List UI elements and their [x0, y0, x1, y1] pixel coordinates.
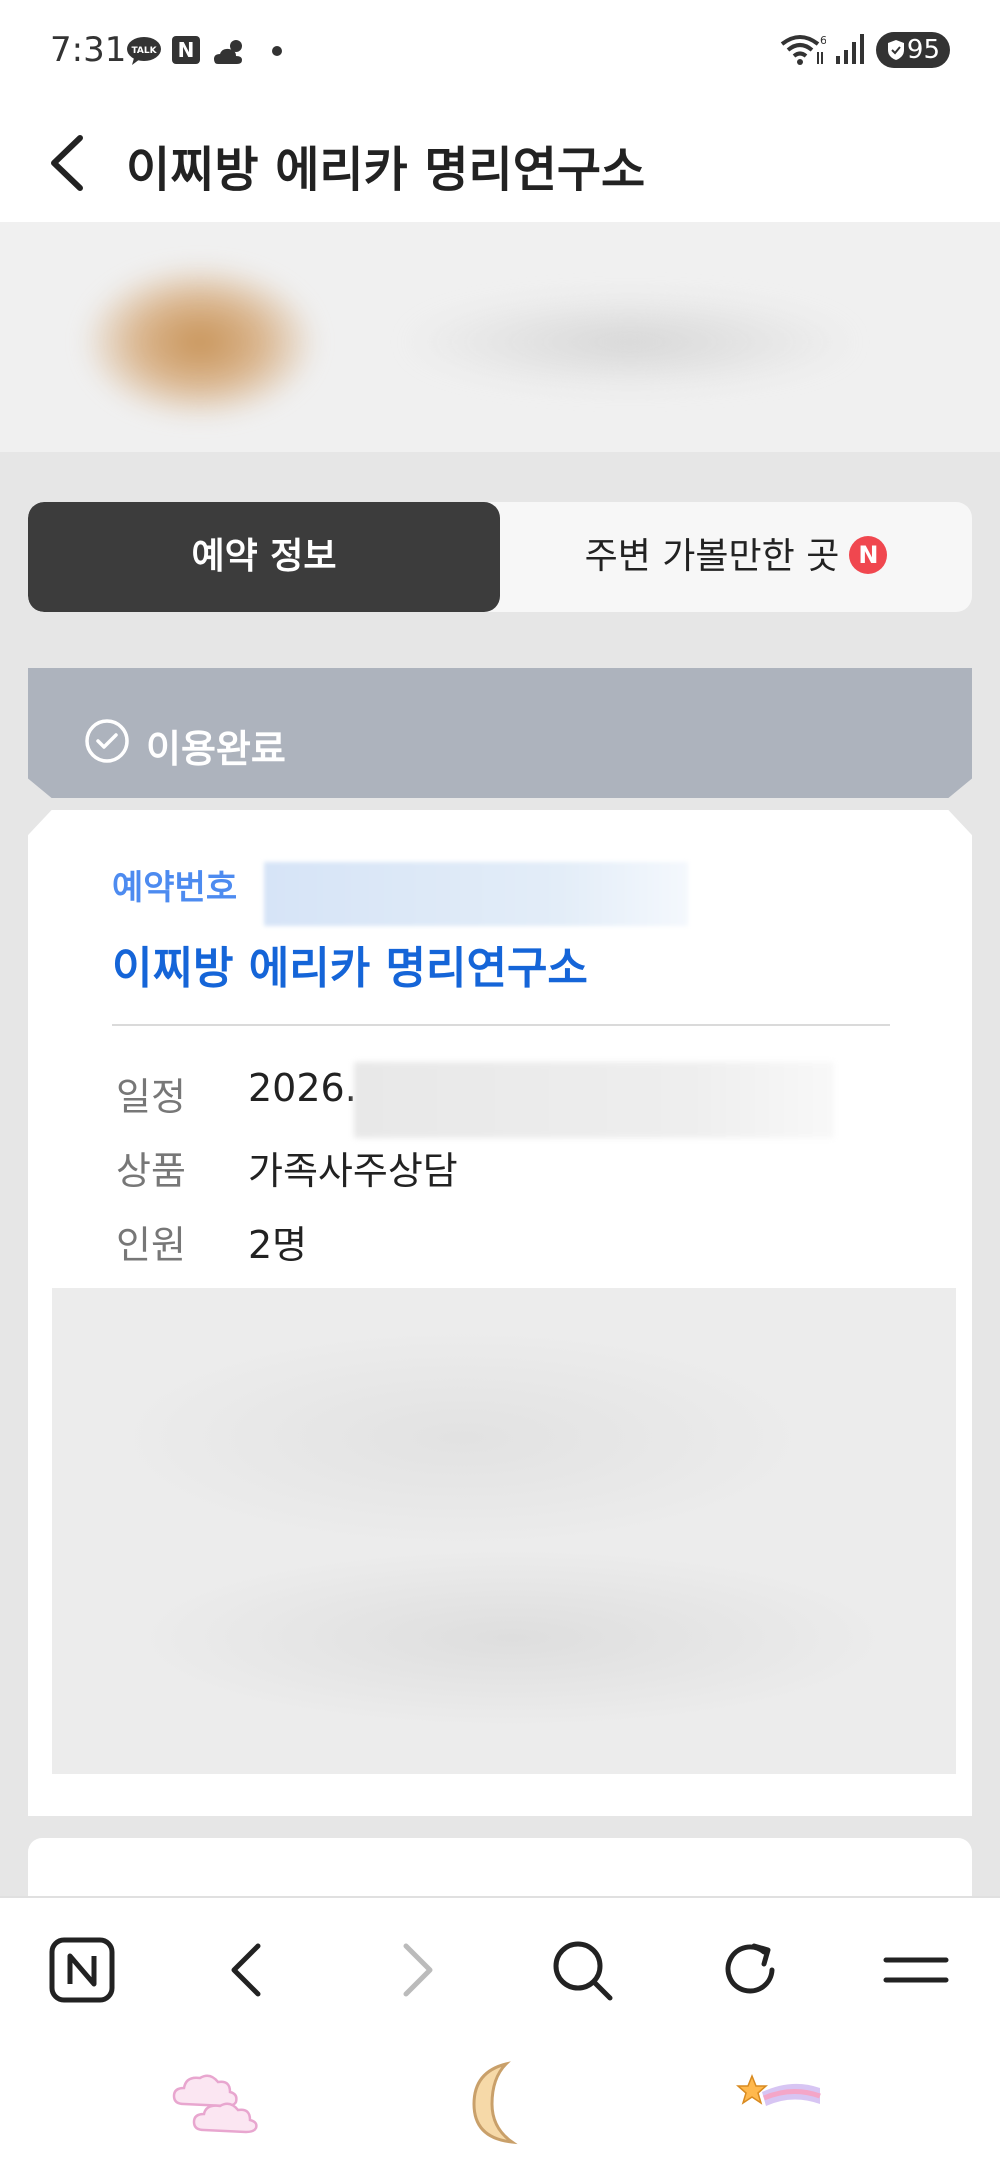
hero-blur-region — [80, 262, 320, 422]
naver-home-icon[interactable] — [46, 1934, 118, 2006]
tab-bar: 예약 정보 주변 가볼만한 곳N — [28, 502, 972, 612]
new-badge: N — [849, 536, 888, 574]
menu-icon[interactable] — [880, 1934, 952, 2006]
naver-n-icon: N — [172, 36, 200, 64]
weather-icon — [214, 40, 242, 64]
reservation-number-label: 예약번호 — [112, 868, 238, 908]
wifi-icon: 6 — [780, 34, 826, 65]
back-icon[interactable] — [212, 1934, 284, 2006]
app-header: 이찌방 에리카 명리연구소 — [0, 100, 1000, 222]
check-circle-icon — [85, 719, 129, 763]
status-time: 7:31 — [50, 30, 127, 70]
refresh-icon[interactable] — [714, 1934, 786, 2006]
forward-icon[interactable] — [380, 1934, 452, 2006]
tab-label: 주변 가볼만한 곳 — [584, 536, 840, 577]
talk-icon: TALK — [127, 37, 161, 65]
blur-region — [112, 1328, 812, 1548]
status-banner: 이용완료 — [28, 668, 972, 798]
signal-icon — [836, 34, 864, 64]
shield-icon — [888, 40, 904, 60]
page-title: 이찌방 에리카 명리연구소 — [126, 142, 646, 198]
blur-region — [132, 1548, 892, 1728]
moon-icon — [472, 2061, 518, 2145]
dot-icon — [272, 46, 282, 56]
back-button[interactable] — [40, 128, 100, 198]
product-value: 가족사주상담 — [248, 1149, 458, 1193]
browser-bottom-bar — [0, 1896, 1000, 2168]
svg-text:TALK: TALK — [131, 46, 157, 56]
status-bar: 7:31 TALK N 6 95 — [0, 0, 1000, 100]
svg-text:6: 6 — [820, 34, 826, 47]
hero-blur-region — [400, 292, 860, 392]
cloud-icon — [172, 2074, 258, 2134]
tab-reservation-info[interactable]: 예약 정보 — [28, 502, 500, 612]
search-icon[interactable] — [546, 1934, 618, 2006]
status-label: 이용완료 — [146, 727, 286, 771]
battery-indicator: 95 — [876, 32, 950, 68]
divider — [112, 1024, 890, 1026]
battery-level: 95 — [906, 35, 940, 65]
reservation-number-redacted — [264, 862, 688, 926]
redacted-content — [52, 1288, 956, 1774]
hero-image — [0, 222, 1000, 452]
tab-nearby-places[interactable]: 주변 가볼만한 곳N — [500, 502, 972, 612]
place-name: 이찌방 에리카 명리연구소 — [112, 943, 588, 994]
shooting-star-icon — [736, 2073, 821, 2106]
schedule-redacted — [354, 1062, 834, 1138]
guests-value: 2명 — [248, 1223, 308, 1267]
reservation-card: 예약번호 이찌방 에리카 명리연구소 일정 2026. 상품 가족사주상담 인원… — [28, 810, 972, 1816]
guests-label: 인원 — [116, 1223, 186, 1267]
schedule-label: 일정 — [116, 1075, 186, 1119]
schedule-value: 2026. — [248, 1066, 357, 1110]
tab-label: 예약 정보 — [191, 536, 337, 577]
product-label: 상품 — [116, 1149, 186, 1193]
